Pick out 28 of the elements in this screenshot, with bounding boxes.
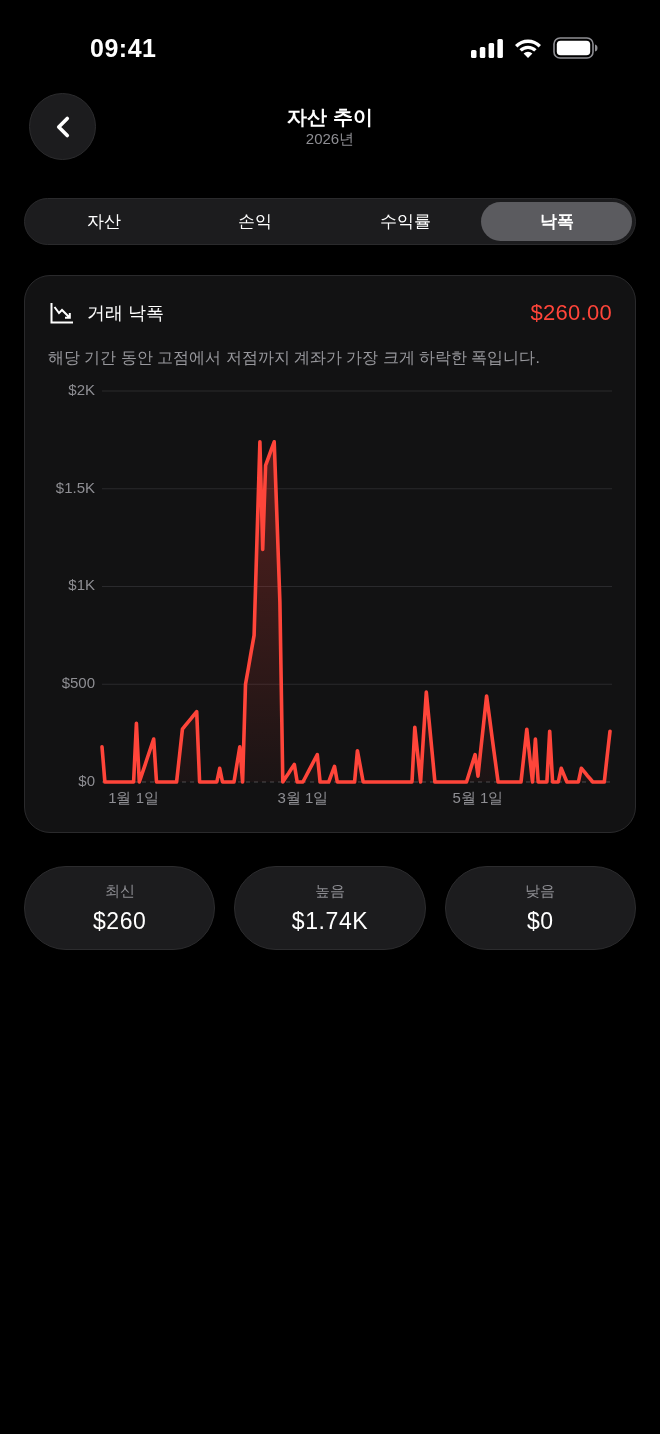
y-axis-label: $0 <box>78 771 95 789</box>
card-title: 거래 낙폭 <box>87 302 164 325</box>
y-axis-label: $500 <box>61 674 95 692</box>
card-description: 해당 기간 동안 고점에서 저점까지 계좌가 가장 크게 하락한 폭입니다. <box>48 348 541 368</box>
battery-icon <box>553 37 598 59</box>
stat-value: $260 <box>92 907 147 935</box>
tab[interactable]: 손익 <box>179 202 330 241</box>
stat-label: 낮음 <box>525 881 556 901</box>
drawdown-value: $260.00 <box>530 300 612 326</box>
status-time: 09:41 <box>90 34 157 62</box>
stat-value: $0 <box>526 907 554 935</box>
stat-value: $1.74K <box>291 907 369 935</box>
y-axis-label: $1.5K <box>55 478 95 496</box>
y-axis-label: $2K <box>68 380 95 398</box>
screen-subtitle: 2026년 <box>305 128 355 149</box>
x-axis-label: 5월 1일 <box>452 788 504 806</box>
stat-label: 최신 <box>104 881 135 901</box>
chart-down-icon <box>50 302 74 324</box>
x-axis-label: 1월 1일 <box>108 788 159 806</box>
y-axis-label: $1K <box>68 576 95 594</box>
tab[interactable]: 수익률 <box>330 202 481 241</box>
stat-label: 높음 <box>315 881 345 901</box>
screen-title: 자산 추이 <box>287 104 373 129</box>
signal-icon <box>471 38 503 58</box>
x-axis-label: 3월 1일 <box>277 788 329 806</box>
wifi-icon <box>514 38 542 58</box>
tab[interactable]: 자산 <box>28 202 179 241</box>
tab[interactable]: 낙폭 <box>481 202 632 241</box>
